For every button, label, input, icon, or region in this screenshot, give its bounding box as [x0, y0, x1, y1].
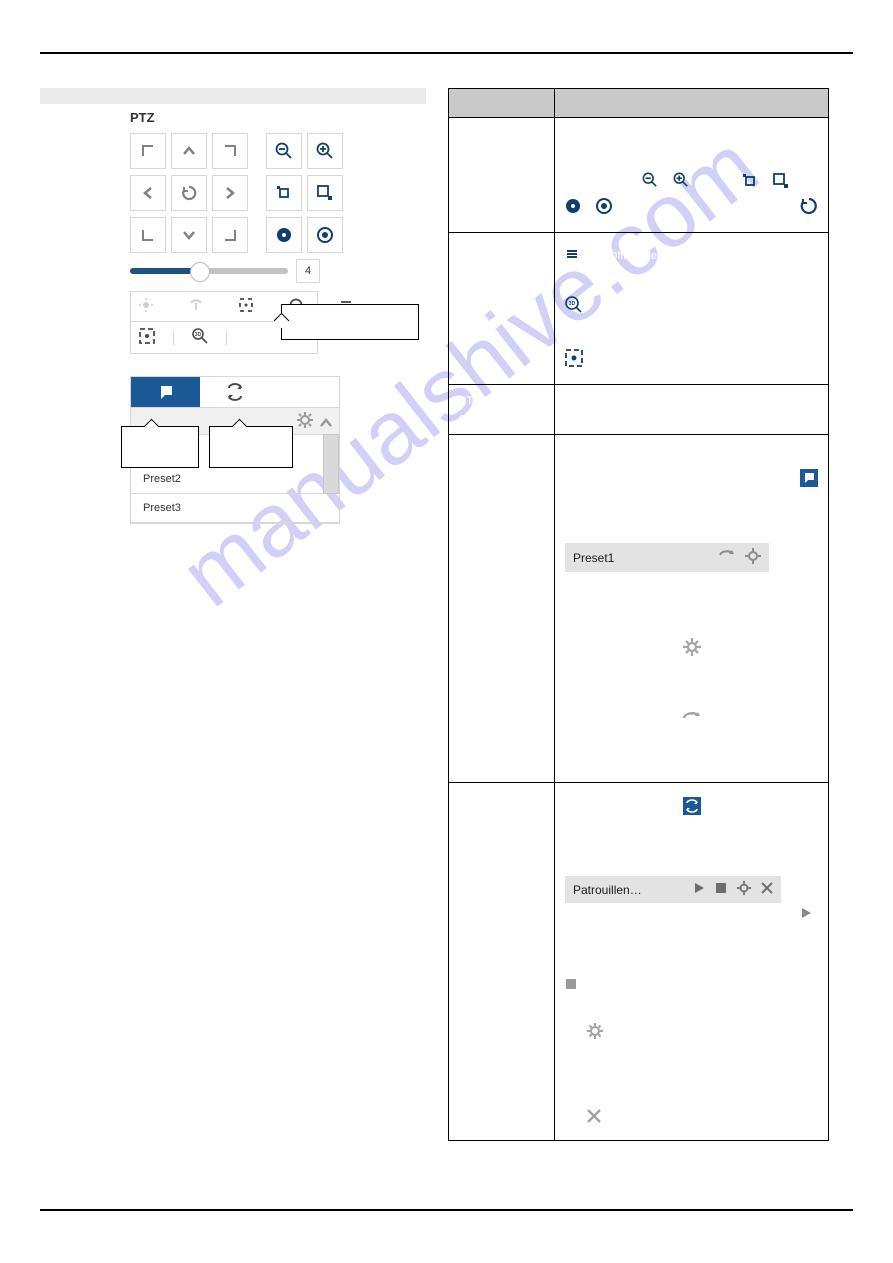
preset-list: Preset aufrufen Preset festlegen Preset2… — [130, 408, 340, 524]
iris-close-icon — [565, 198, 581, 217]
iris-open-icon — [596, 198, 612, 217]
ptz-speed-value: 4 — [296, 259, 320, 283]
goto-icon — [683, 711, 701, 728]
ptz-up-right[interactable] — [212, 133, 248, 169]
svg-text:3D: 3D — [569, 301, 576, 307]
patrol-demo-row: Patrouillen… — [565, 876, 781, 903]
focus-far-icon[interactable] — [307, 175, 343, 211]
zoom-out-icon — [642, 172, 658, 191]
wiper-icon[interactable] — [189, 298, 203, 315]
close-icon — [587, 1109, 601, 1126]
ptz-center[interactable] — [171, 175, 207, 211]
tab-trace[interactable] — [270, 377, 339, 407]
gear-icon — [587, 1023, 603, 1042]
description-table: Taste Beschreibung Zoom, Fokus, Blende e… — [448, 88, 829, 1141]
gear-icon — [737, 881, 751, 898]
focus-near-icon[interactable] — [266, 175, 302, 211]
play-icon — [693, 882, 705, 897]
chevron-up-icon[interactable] — [319, 416, 333, 433]
table-row: Zoom, Fokus, Blende einstellen und Linse… — [449, 118, 829, 233]
center-icon[interactable] — [239, 298, 253, 315]
zoom-out-icon[interactable] — [266, 133, 302, 169]
stop-icon — [715, 882, 727, 897]
lens-clean-icon — [800, 197, 818, 218]
tab-patrol[interactable] — [200, 377, 269, 407]
focus-near-icon — [741, 172, 757, 191]
ptz-right[interactable] — [212, 175, 248, 211]
patrol-demo-label: Patrouillen… — [573, 883, 642, 897]
figure-caption: PTZ-Steuerung — [40, 88, 426, 104]
list-item[interactable]: Preset2 — [131, 465, 339, 494]
ptz-speed-slider[interactable] — [130, 268, 288, 274]
ptz-panel-title: PTZ — [130, 104, 426, 133]
iris-open-icon[interactable] — [307, 217, 343, 253]
zoom-in-icon[interactable] — [307, 133, 343, 169]
preset-tabs — [130, 376, 340, 408]
gear-icon — [683, 638, 701, 659]
gear-icon — [745, 548, 761, 567]
table-header: Beschreibung — [555, 89, 829, 118]
preset-flag-icon — [800, 469, 818, 487]
ptz-left[interactable] — [130, 175, 166, 211]
list-item[interactable]: Preset3 — [131, 494, 339, 523]
table-row: PTZ-Priorität einstellen Legen Sie Prior… — [449, 385, 829, 435]
table-header: Taste — [449, 89, 555, 118]
footer-page: 83 — [841, 1231, 853, 1243]
svg-text:3D: 3D — [195, 332, 202, 338]
gear-icon[interactable] — [297, 412, 313, 431]
patrol-icon — [683, 797, 701, 815]
ptz-down-right[interactable] — [212, 217, 248, 253]
tracking-icon — [565, 349, 583, 370]
iris-close-icon[interactable] — [266, 217, 302, 253]
table-row: Andere Funktionen zum Öffnen der Kamera … — [449, 233, 829, 385]
menu-icon — [565, 247, 579, 264]
goto-icon — [719, 549, 735, 566]
stop-icon — [565, 978, 577, 993]
play-icon — [800, 907, 812, 922]
zoom-3d-icon: 3D — [565, 296, 583, 317]
tab-preset[interactable] — [131, 377, 200, 407]
focus-far-icon — [772, 172, 788, 191]
close-icon — [761, 882, 773, 897]
scrollbar-thumb[interactable] — [323, 434, 339, 494]
tracking-icon[interactable] — [139, 328, 155, 347]
table-row: Patrouillen- route ein- stellen und aufr… — [449, 783, 829, 1141]
zoom-3d-icon[interactable]: 3D — [192, 328, 208, 347]
ptz-down[interactable] — [171, 217, 207, 253]
preset-demo-label: Preset1 — [573, 551, 614, 565]
table-row: Preset ein- stellen und aufrufen Speiche… — [449, 435, 829, 783]
light-icon[interactable] — [139, 298, 153, 315]
ptz-up-left[interactable] — [130, 133, 166, 169]
zoom-in-icon — [673, 172, 689, 191]
ptz-up[interactable] — [171, 133, 207, 169]
preset-demo-row: Preset1 — [565, 543, 769, 572]
ptz-down-left[interactable] — [130, 217, 166, 253]
